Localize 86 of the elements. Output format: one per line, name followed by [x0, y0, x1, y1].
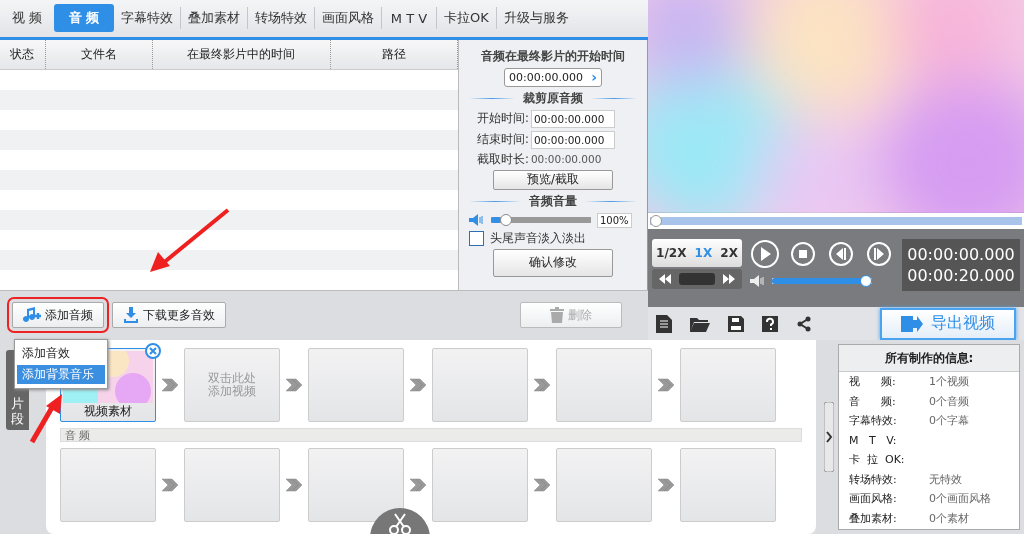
- info-label: 音 频:: [849, 393, 897, 409]
- track-slot[interactable]: [60, 448, 156, 522]
- share-icon[interactable]: [796, 315, 812, 332]
- speaker-icon: [469, 214, 485, 227]
- chevron-icon: [284, 477, 304, 493]
- help-icon[interactable]: [762, 315, 778, 332]
- track-slot[interactable]: [680, 448, 776, 522]
- track-slot[interactable]: [308, 348, 404, 422]
- duration-value: 00:00:00.000: [530, 153, 602, 166]
- speed-option[interactable]: 2X: [720, 245, 738, 260]
- chevron-icon: [160, 477, 180, 493]
- time-input[interactable]: 00:00:00.000: [530, 130, 615, 149]
- track-slot[interactable]: [432, 348, 528, 422]
- column-header[interactable]: 状态: [0, 39, 46, 69]
- fade-checkbox[interactable]: [469, 230, 484, 246]
- info-label: 字幕特效:: [849, 413, 898, 429]
- time-display: 00:00:00.000 00:00:20.000: [902, 238, 1020, 291]
- confirm-button[interactable]: 确认修改: [493, 248, 613, 277]
- chevron-icon: [656, 377, 676, 393]
- section-title: 裁剪原音频: [523, 89, 583, 107]
- info-value: 0个音频: [929, 393, 969, 409]
- field-label: 截取时长:: [477, 151, 529, 167]
- tab[interactable]: 卡拉OK: [441, 4, 492, 33]
- info-title: 所有制作的信息:: [839, 345, 1019, 372]
- download-icon: [123, 307, 139, 324]
- chevron-icon: [656, 477, 676, 493]
- volume-reading: 100%: [597, 212, 632, 228]
- info-value: 0个画面风格: [929, 491, 991, 507]
- track-slot[interactable]: [556, 348, 652, 422]
- field-label: 结束时间:: [477, 132, 529, 148]
- track-slot[interactable]: [680, 348, 776, 422]
- section-title: 音频在最终影片的开始时间: [481, 47, 625, 65]
- info-value: 0个字幕: [929, 413, 969, 429]
- jog-wheel[interactable]: [652, 268, 742, 289]
- field-label: 开始时间:: [477, 111, 529, 127]
- tab[interactable]: 字幕特效: [118, 4, 176, 33]
- info-label: 卡 拉 OK:: [849, 452, 906, 468]
- chevron-icon: [408, 377, 428, 393]
- column-header[interactable]: 文件名: [45, 39, 153, 69]
- chevron-icon: [160, 377, 180, 393]
- info-value: 0个素材: [929, 510, 969, 526]
- track-slot[interactable]: [556, 448, 652, 522]
- section-title: 音频音量: [529, 192, 577, 210]
- info-value: 1个视频: [929, 374, 969, 390]
- info-label: 画面风格:: [849, 491, 898, 507]
- track-slot[interactable]: [184, 448, 280, 522]
- track-slot[interactable]: [308, 448, 404, 522]
- tab[interactable]: 升级与服务: [500, 4, 572, 33]
- time-input[interactable]: 00:00:00.000: [530, 109, 615, 128]
- column-header[interactable]: 路径: [330, 39, 458, 69]
- tab[interactable]: 叠加素材: [185, 4, 243, 33]
- tab[interactable]: 转场特效: [252, 4, 310, 33]
- chevron-icon: [408, 477, 428, 493]
- checkbox-label: 头尾声音淡入淡出: [490, 230, 586, 246]
- info-label: 叠加素材:: [849, 510, 898, 526]
- download-button[interactable]: 下载更多音效: [112, 302, 226, 329]
- tab[interactable]: 视 频: [4, 4, 50, 33]
- tab[interactable]: 画面风格: [319, 4, 377, 33]
- info-value: 无特效: [929, 471, 962, 487]
- music-note-plus-icon: [23, 307, 41, 324]
- film-arrow-icon: [901, 315, 923, 332]
- chevron-icon: [284, 377, 304, 393]
- preview-trim-button[interactable]: 预览/截取: [493, 169, 613, 190]
- tab[interactable]: M T V: [386, 4, 432, 33]
- info-label: M T V:: [849, 433, 898, 447]
- folder-icon[interactable]: [690, 315, 710, 332]
- track-slot[interactable]: [432, 448, 528, 522]
- add-video-hint: 双击此处 添加视频: [208, 372, 256, 398]
- info-label: 视 频:: [849, 374, 897, 390]
- close-icon[interactable]: [145, 343, 161, 359]
- audio-track-label: 音 频: [60, 428, 802, 442]
- info-label: 转场特效:: [849, 471, 898, 487]
- scissors-icon[interactable]: [370, 508, 430, 534]
- speaker-icon: [750, 274, 766, 287]
- clip-label: 视频素材: [84, 402, 132, 420]
- play-icon[interactable]: [750, 238, 780, 269]
- new-file-icon[interactable]: [656, 314, 672, 333]
- save-icon[interactable]: [728, 315, 744, 332]
- expand-tab-icon[interactable]: [824, 402, 834, 472]
- speed-option[interactable]: 1/2X: [656, 245, 687, 260]
- column-header[interactable]: 在最终影片中的时间: [153, 39, 331, 69]
- annotation-arrow: [28, 392, 64, 444]
- start-time-field[interactable]: 00:00:00.000 ›: [504, 67, 602, 87]
- trash-icon: [550, 307, 564, 324]
- chevron-icon: [532, 477, 552, 493]
- chevron-icon: [532, 377, 552, 393]
